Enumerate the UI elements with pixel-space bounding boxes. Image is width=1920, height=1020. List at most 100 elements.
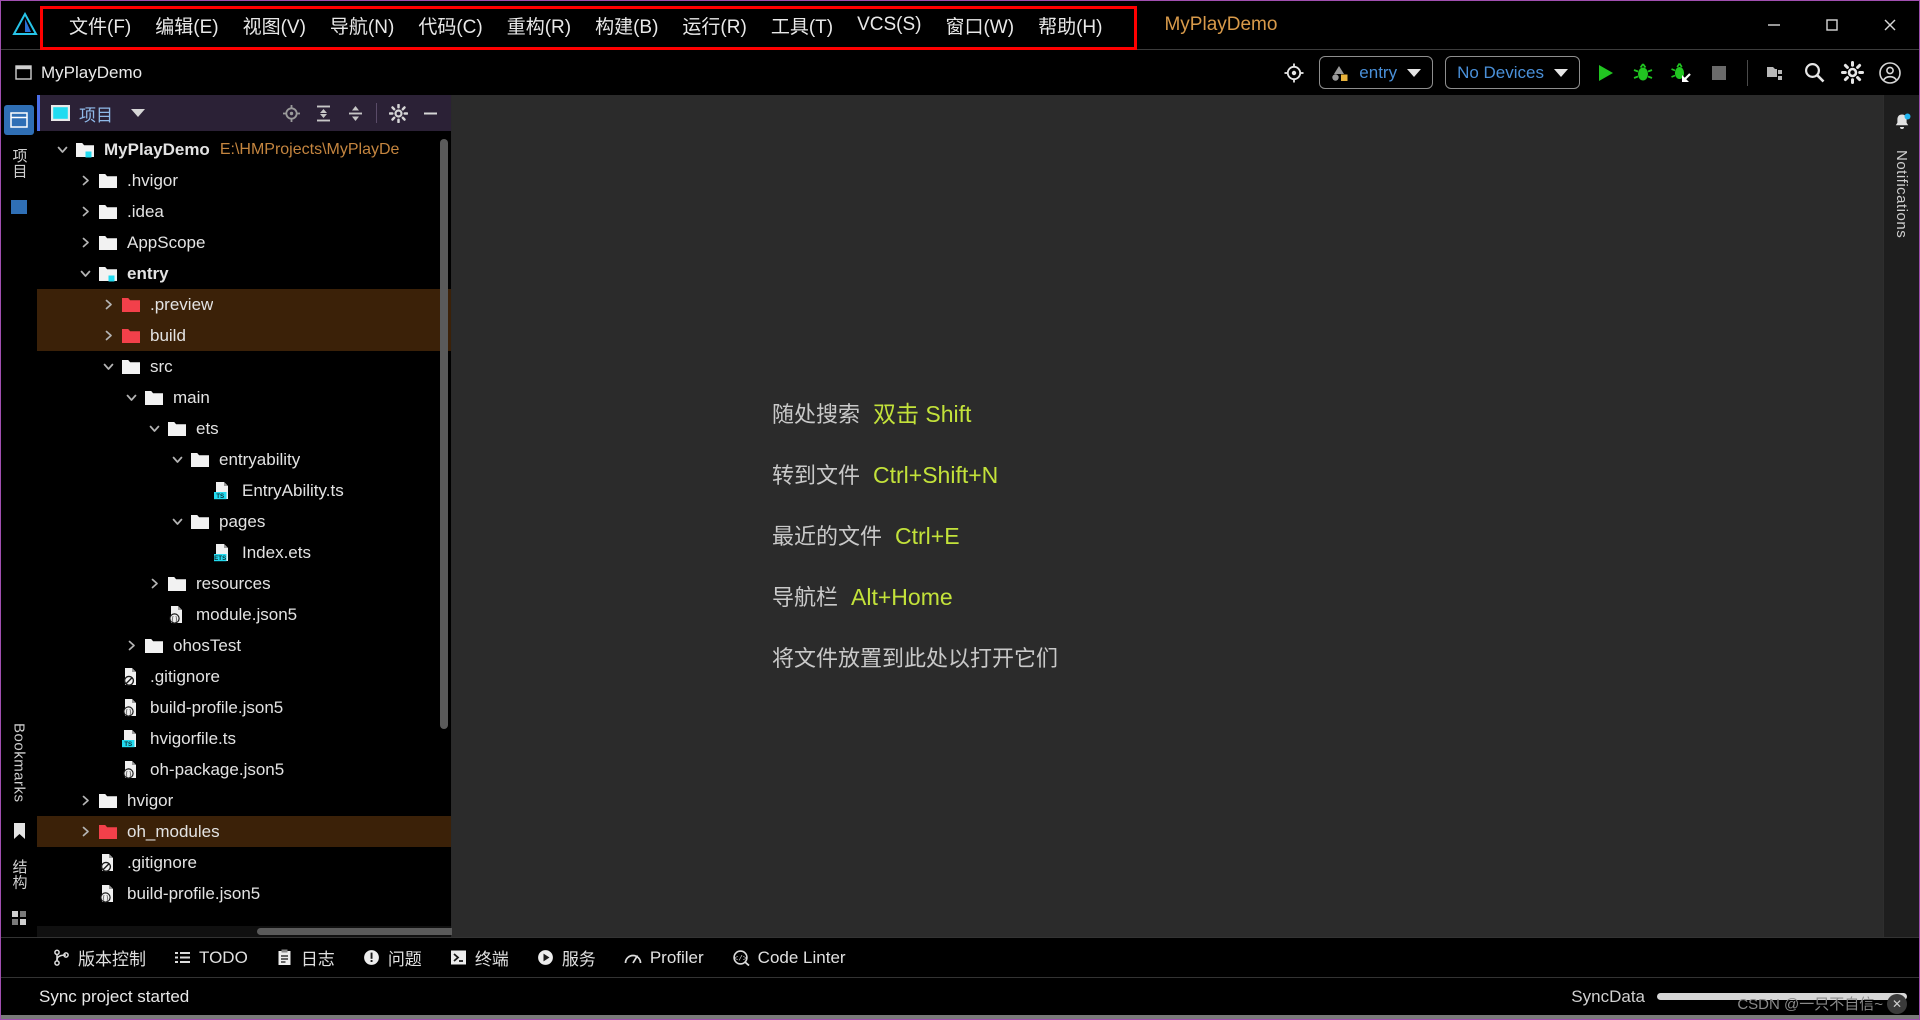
account-icon[interactable]	[1871, 54, 1909, 92]
run-icon[interactable]	[1586, 54, 1624, 92]
menu-help[interactable]: 帮助(H)	[1026, 7, 1114, 44]
tree-row[interactable]: hvigor	[37, 785, 451, 816]
tree-row[interactable]: src	[37, 351, 451, 382]
chevron-down-icon[interactable]	[166, 515, 188, 528]
collapse-all-icon[interactable]	[340, 98, 370, 128]
menu-code[interactable]: 代码(C)	[406, 7, 494, 44]
project-tree[interactable]: MyPlayDemo E:\HMProjects\MyPlayDe .hvigor.…	[37, 131, 451, 926]
chevron-down-icon[interactable]	[131, 109, 145, 117]
chevron-right-icon[interactable]	[143, 577, 165, 590]
minimize-icon[interactable]	[1745, 1, 1803, 49]
chevron-down-icon[interactable]	[143, 422, 165, 435]
tree-vertical-scrollbar[interactable]	[440, 139, 448, 729]
bookmark-icon[interactable]	[4, 816, 34, 846]
sidebar-item-project[interactable]: 项目	[6, 139, 33, 188]
chevron-right-icon[interactable]	[74, 794, 96, 807]
tree-row[interactable]: TS hvigorfile.ts	[37, 723, 451, 754]
chevron-down-icon[interactable]	[120, 391, 142, 404]
gear-icon[interactable]	[383, 98, 413, 128]
menu-tools[interactable]: 工具(T)	[759, 7, 845, 44]
menu-build[interactable]: 构建(B)	[583, 7, 670, 44]
tree-row[interactable]: ETS Index.ets	[37, 537, 451, 568]
tree-row[interactable]: {} build-profile.json5	[37, 692, 451, 723]
tree-row[interactable]: .gitignore	[37, 847, 451, 878]
maximize-icon[interactable]	[1803, 1, 1861, 49]
gear-icon[interactable]	[1833, 54, 1871, 92]
notifications-icon[interactable]	[1887, 107, 1917, 137]
sidebar-item-bookmarks[interactable]: Bookmarks	[8, 714, 31, 812]
hide-icon[interactable]	[415, 98, 445, 128]
select-opened-file-icon[interactable]	[276, 98, 306, 128]
toolbar-project-name[interactable]: MyPlayDemo	[15, 63, 142, 83]
stop-icon[interactable]	[1700, 54, 1738, 92]
tree-row[interactable]: TS EntryAbility.ts	[37, 475, 451, 506]
tool-terminal[interactable]: 终端	[436, 940, 523, 975]
chevron-right-icon[interactable]	[74, 236, 96, 249]
tree-row[interactable]: pages	[37, 506, 451, 537]
project-panel-title[interactable]: 项目	[50, 101, 113, 126]
menu-file[interactable]: 文件(F)	[57, 7, 143, 44]
tree-row[interactable]: ohosTest	[37, 630, 451, 661]
chevron-right-icon[interactable]	[97, 329, 119, 342]
tool-log[interactable]: 日志	[262, 940, 349, 975]
tree-node-label: hvigorfile.ts	[150, 728, 236, 748]
chevron-right-icon[interactable]	[97, 298, 119, 311]
tree-row[interactable]: {} oh-package.json5	[37, 754, 451, 785]
tree-row[interactable]: main	[37, 382, 451, 413]
menu-vcs[interactable]: VCS(S)	[845, 9, 933, 41]
menu-navigate[interactable]: 导航(N)	[318, 7, 406, 44]
tree-row[interactable]: .preview	[37, 289, 451, 320]
tree-row[interactable]: MyPlayDemo E:\HMProjects\MyPlayDe	[37, 134, 451, 165]
structure-icon[interactable]	[4, 903, 34, 933]
tool-code-linter[interactable]: </> Code Linter	[718, 943, 860, 973]
tool-services[interactable]: 服务	[523, 940, 610, 975]
chevron-down-icon	[1407, 68, 1422, 77]
tree-row[interactable]: ets	[37, 413, 451, 444]
tree-row[interactable]: .gitignore	[37, 661, 451, 692]
rail-commit-icon[interactable]	[4, 192, 34, 222]
tree-row[interactable]: entryability	[37, 444, 451, 475]
previewer-icon[interactable]	[1757, 54, 1795, 92]
tree-horizontal-scrollbar[interactable]	[37, 926, 487, 937]
menu-view[interactable]: 视图(V)	[231, 7, 318, 44]
menu-edit[interactable]: 编辑(E)	[143, 7, 230, 44]
tree-row[interactable]: .idea	[37, 196, 451, 227]
tree-row[interactable]: .hvigor	[37, 165, 451, 196]
chevron-right-icon[interactable]	[74, 205, 96, 218]
tree-row[interactable]: {} module.json5	[37, 599, 451, 630]
attach-debugger-icon[interactable]	[1662, 54, 1700, 92]
sidebar-item-notifications[interactable]: Notifications	[1890, 141, 1913, 247]
device-target-icon[interactable]	[1275, 54, 1313, 92]
menu-refactor[interactable]: 重构(R)	[495, 7, 583, 44]
chevron-down-icon[interactable]	[74, 267, 96, 280]
tree-row[interactable]: entry	[37, 258, 451, 289]
run-configuration-selector[interactable]: entry	[1319, 56, 1434, 89]
chevron-right-icon[interactable]	[74, 825, 96, 838]
menu-window[interactable]: 窗口(W)	[933, 7, 1026, 44]
shortcut-keys: Ctrl+Shift+N	[873, 462, 999, 488]
tree-row[interactable]: oh_modules	[37, 816, 451, 847]
tool-profiler[interactable]: Profiler	[610, 943, 718, 973]
sidebar-item-structure[interactable]: 结构	[6, 850, 33, 899]
tree-row[interactable]: AppScope	[37, 227, 451, 258]
chevron-right-icon[interactable]	[74, 174, 96, 187]
menu-run[interactable]: 运行(R)	[670, 7, 758, 44]
chevron-right-icon[interactable]	[120, 639, 142, 652]
search-icon[interactable]	[1795, 54, 1833, 92]
device-selector[interactable]: No Devices	[1445, 56, 1580, 89]
tree-row[interactable]: {} build-profile.json5	[37, 878, 451, 909]
tool-version-control[interactable]: 版本控制	[39, 940, 160, 975]
debug-icon[interactable]	[1624, 54, 1662, 92]
tool-todo[interactable]: TODO	[160, 943, 262, 973]
todo-list-icon	[174, 949, 191, 966]
tool-problems[interactable]: 问题	[349, 940, 436, 975]
chevron-down-icon[interactable]	[51, 143, 73, 156]
close-icon[interactable]	[1861, 1, 1919, 49]
chevron-down-icon[interactable]	[166, 453, 188, 466]
tree-row[interactable]: resources	[37, 568, 451, 599]
expand-all-icon[interactable]	[308, 98, 338, 128]
chevron-down-icon[interactable]	[97, 360, 119, 373]
project-panel-title-label: 项目	[79, 105, 113, 125]
tree-row[interactable]: build	[37, 320, 451, 351]
rail-project-icon[interactable]	[4, 105, 34, 135]
